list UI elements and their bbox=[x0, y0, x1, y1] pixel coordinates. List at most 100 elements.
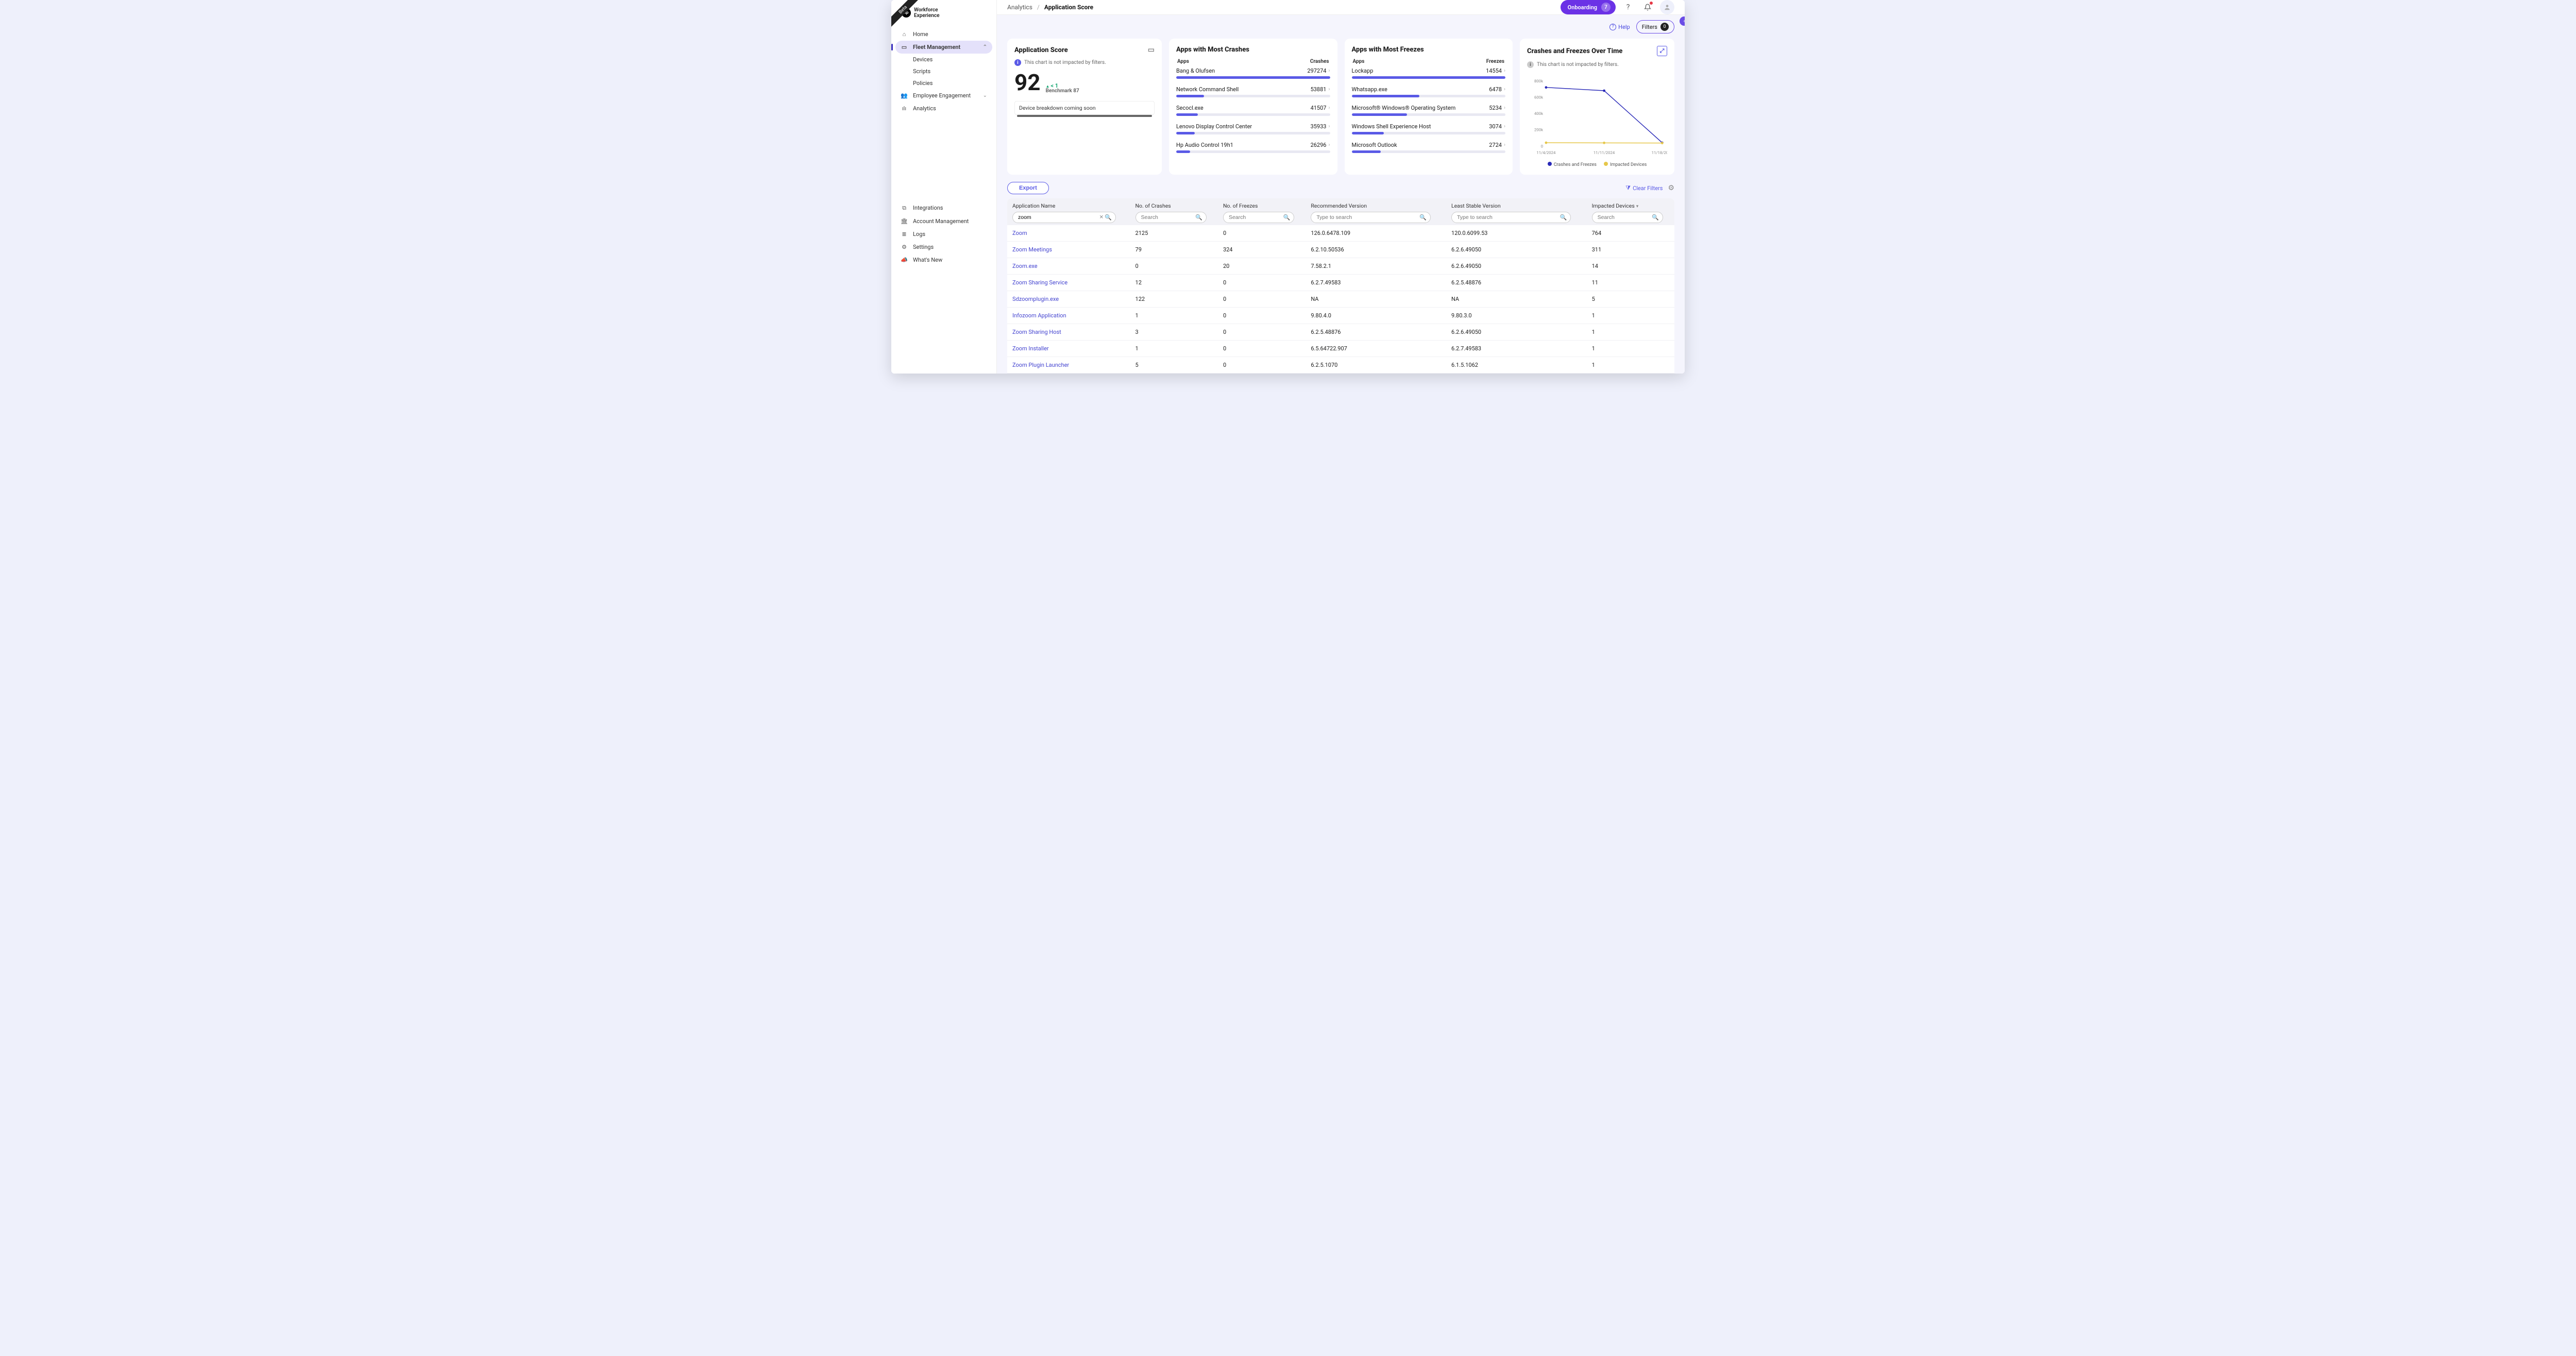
bar-row[interactable]: Microsoft® Windows® Operating System5234… bbox=[1352, 105, 1506, 116]
table-cell: 1 bbox=[1130, 341, 1218, 357]
onboarding-button[interactable]: Onboarding 7 bbox=[1561, 0, 1616, 14]
info-icon: i bbox=[1014, 59, 1021, 66]
home-icon: ⌂ bbox=[901, 31, 908, 38]
app-root: hp Workforce Experience ‹ ⌂ Home ▭ Fleet… bbox=[891, 0, 1685, 374]
bar-row[interactable]: Hp Audio Control 19h126296› bbox=[1176, 142, 1330, 153]
crashes-list: Bang & Olufsen297274› Network Command She… bbox=[1176, 67, 1330, 160]
column-search: 🔍 bbox=[1136, 212, 1207, 223]
table-cell[interactable]: Infozoom Application bbox=[1007, 308, 1130, 324]
bar-row[interactable]: Bang & Olufsen297274› bbox=[1176, 67, 1330, 79]
breadcrumb-current: Application Score bbox=[1044, 4, 1093, 11]
onboarding-count-badge: 7 bbox=[1601, 3, 1611, 12]
sidebar-item-devices[interactable]: Devices bbox=[913, 54, 996, 65]
bar-row[interactable]: Network Command Shell53881› bbox=[1176, 86, 1330, 97]
sidebar-item-label: Fleet Management bbox=[913, 44, 960, 50]
column-header[interactable]: No. of Freezes🔍 bbox=[1218, 198, 1306, 225]
integrations-icon: ⧉ bbox=[901, 205, 908, 212]
application-link[interactable]: Zoom Sharing Service bbox=[1012, 279, 1067, 286]
svg-text:400k: 400k bbox=[1534, 111, 1543, 116]
filters-button[interactable]: Filters 0 bbox=[1636, 20, 1674, 33]
table-cell[interactable]: Zoom Sharing Service bbox=[1007, 275, 1130, 291]
bar-row[interactable]: Microsoft Outlook2724› bbox=[1352, 142, 1506, 153]
clear-icon[interactable]: ✕ bbox=[1099, 215, 1104, 221]
sidebar-nav: ⌂ Home ▭ Fleet Management ⌃ Devices Scri… bbox=[891, 24, 996, 198]
table-cell: 0 bbox=[1218, 341, 1306, 357]
application-link[interactable]: Zoom Sharing Host bbox=[1012, 329, 1061, 335]
table-cell[interactable]: Zoom Meetings bbox=[1007, 242, 1130, 258]
application-link[interactable]: Zoom Installer bbox=[1012, 345, 1049, 352]
bar-row[interactable]: Whatsapp.exe6478› bbox=[1352, 86, 1506, 97]
search-icon: 🔍 bbox=[1419, 214, 1427, 221]
table-cell[interactable]: Zoom Plugin Launcher bbox=[1007, 357, 1130, 374]
bar-value: 41507 bbox=[1311, 105, 1327, 111]
table-cell: 5 bbox=[1130, 357, 1218, 374]
sidebar-item-scripts[interactable]: Scripts bbox=[913, 65, 996, 77]
bar-label: Secocl.exe bbox=[1176, 105, 1204, 111]
table-cell: 6.1.5.1062 bbox=[1446, 357, 1587, 374]
main-content: Analytics / Application Score Onboarding… bbox=[997, 0, 1685, 374]
chevron-right-icon: › bbox=[1504, 87, 1505, 92]
column-header[interactable]: Application Name✕🔍 bbox=[1007, 198, 1130, 225]
table-cell[interactable]: Zoom bbox=[1007, 225, 1130, 242]
table-cell: 324 bbox=[1218, 242, 1306, 258]
svg-text:0: 0 bbox=[1541, 144, 1543, 148]
table-row: Zoom21250126.0.6478.109120.0.6099.53764 bbox=[1007, 225, 1674, 242]
sidebar-item-policies[interactable]: Policies bbox=[913, 77, 996, 89]
people-icon: 👥 bbox=[901, 92, 908, 99]
bar-row[interactable]: Windows Shell Experience Host3074› bbox=[1352, 123, 1506, 134]
bar-value: 35933 bbox=[1311, 123, 1327, 130]
bar-row[interactable]: Lenovo Display Control Center35933› bbox=[1176, 123, 1330, 134]
table-cell: 7.58.2.1 bbox=[1306, 258, 1446, 275]
application-link[interactable]: Infozoom Application bbox=[1012, 312, 1066, 319]
help-link[interactable]: ? Help bbox=[1609, 24, 1630, 30]
expand-icon[interactable]: ⤢ bbox=[1657, 46, 1667, 56]
column-search-input[interactable] bbox=[1451, 212, 1571, 223]
table-cell: 0 bbox=[1218, 225, 1306, 242]
bell-icon[interactable] bbox=[1640, 0, 1655, 14]
application-link[interactable]: Zoom Meetings bbox=[1012, 246, 1052, 253]
table-settings-icon[interactable]: ⚙ bbox=[1668, 184, 1674, 192]
column-header[interactable]: Recommended Version🔍 bbox=[1306, 198, 1446, 225]
clear-filters-link[interactable]: ⧩ Clear Filters bbox=[1625, 184, 1663, 192]
export-button[interactable]: Export bbox=[1007, 182, 1049, 194]
sidebar-item-settings[interactable]: ⚙ Settings bbox=[891, 241, 996, 253]
bar-row[interactable]: Secocl.exe41507› bbox=[1176, 105, 1330, 116]
logs-icon: ≣ bbox=[901, 231, 908, 238]
table-cell[interactable]: Zoom Sharing Host bbox=[1007, 324, 1130, 341]
sidebar-item-account-management[interactable]: 🏛 Account Management bbox=[891, 215, 996, 228]
column-header[interactable]: Impacted Devices▾🔍 bbox=[1587, 198, 1674, 225]
sidebar-item-integrations[interactable]: ⧉ Integrations bbox=[891, 201, 996, 215]
score-value: 92 bbox=[1014, 71, 1041, 94]
application-link[interactable]: Zoom Plugin Launcher bbox=[1012, 362, 1069, 368]
column-header[interactable]: Least Stable Version🔍 bbox=[1446, 198, 1587, 225]
search-icon: 🔍 bbox=[1195, 214, 1202, 221]
application-link[interactable]: Zoom.exe bbox=[1012, 263, 1038, 269]
bar-value: 3074 bbox=[1489, 123, 1502, 130]
table-cell[interactable]: Sdzoomplugin.exe bbox=[1007, 291, 1130, 308]
table-cell[interactable]: Zoom.exe bbox=[1007, 258, 1130, 275]
table-cell: 311 bbox=[1587, 242, 1674, 258]
sidebar-bottom-nav: ⧉ Integrations 🏛 Account Management ≣ Lo… bbox=[891, 198, 996, 374]
breadcrumb-parent[interactable]: Analytics bbox=[1007, 4, 1032, 11]
column-search-input[interactable] bbox=[1311, 212, 1430, 223]
bar-label: Hp Audio Control 19h1 bbox=[1176, 142, 1233, 148]
sidebar-item-fleet-management[interactable]: ▭ Fleet Management ⌃ bbox=[895, 41, 992, 54]
table-cell: 0 bbox=[1130, 258, 1218, 275]
bar-row[interactable]: Lockapp14554› bbox=[1352, 67, 1506, 79]
table-cell[interactable]: Zoom Installer bbox=[1007, 341, 1130, 357]
table-cell: 14 bbox=[1587, 258, 1674, 275]
column-header[interactable]: No. of Crashes🔍 bbox=[1130, 198, 1218, 225]
sidebar-item-analytics[interactable]: ılı Analytics bbox=[891, 102, 996, 115]
chevron-up-icon: ⌃ bbox=[983, 44, 987, 50]
window-icon[interactable]: ▭ bbox=[1148, 46, 1155, 54]
help-icon[interactable]: ? bbox=[1621, 0, 1635, 14]
sidebar-item-employee-engagement[interactable]: 👥 Employee Engagement ⌄ bbox=[891, 89, 996, 102]
table-cell: 6.2.6.49050 bbox=[1446, 258, 1587, 275]
sidebar-item-whats-new[interactable]: 📣 What's New bbox=[891, 253, 996, 266]
avatar[interactable] bbox=[1660, 0, 1674, 14]
gear-icon: ⚙ bbox=[901, 244, 908, 250]
application-link[interactable]: Sdzoomplugin.exe bbox=[1012, 296, 1059, 302]
application-link[interactable]: Zoom bbox=[1012, 230, 1027, 236]
sidebar-item-logs[interactable]: ≣ Logs bbox=[891, 228, 996, 241]
bar-label: Windows Shell Experience Host bbox=[1352, 123, 1431, 130]
